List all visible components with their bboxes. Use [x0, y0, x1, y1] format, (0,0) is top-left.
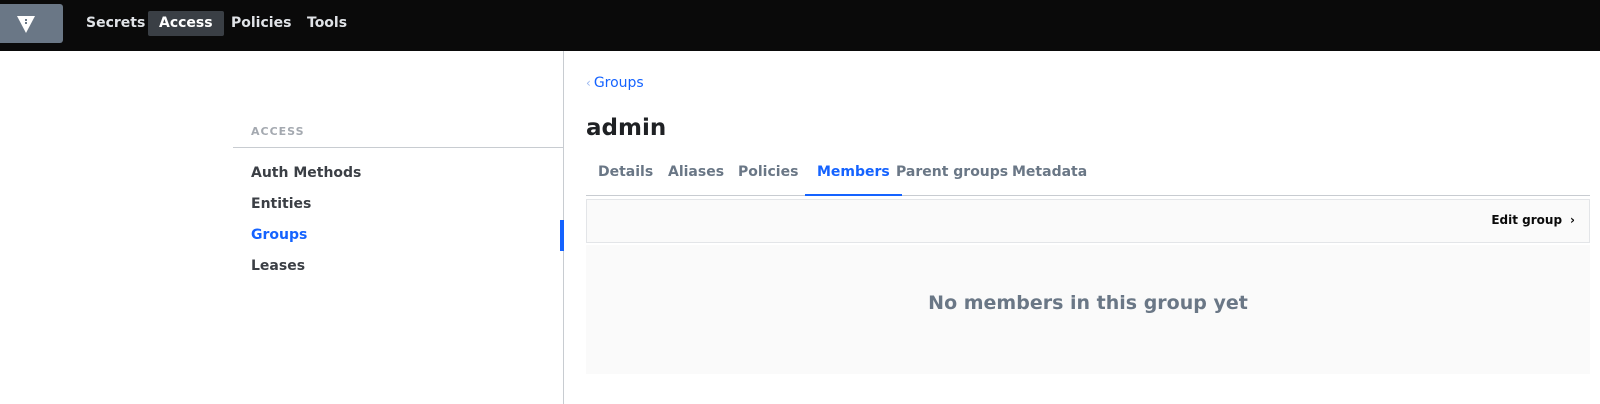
- edit-group-label: Edit group: [1491, 213, 1563, 227]
- chevron-right-icon: ›: [1570, 213, 1575, 227]
- main-content: ‹ Groups admin Details Aliases Policies M…: [586, 51, 1592, 404]
- tab-details[interactable]: Details: [586, 154, 665, 196]
- top-navigation: Secrets Access Policies Tools: [0, 0, 1600, 51]
- sidebar-item-entities[interactable]: Entities: [251, 196, 311, 212]
- group-tabs: Details Aliases Policies Members Parent …: [586, 154, 1590, 196]
- sidebar-heading: ACCESS: [251, 125, 305, 138]
- sidebar-item-leases[interactable]: Leases: [251, 258, 305, 274]
- breadcrumb-groups[interactable]: ‹ Groups: [586, 75, 644, 91]
- nav-secrets[interactable]: Secrets: [75, 11, 156, 36]
- sidebar-item-groups[interactable]: Groups: [251, 227, 307, 243]
- nav-policies[interactable]: Policies: [220, 11, 302, 36]
- sidebar-divider: [233, 147, 564, 148]
- tab-aliases[interactable]: Aliases: [656, 154, 736, 196]
- access-sidebar: ACCESS Auth Methods Entities Groups Leas…: [233, 51, 564, 404]
- edit-group-button[interactable]: Edit group ›: [1491, 213, 1575, 227]
- chevron-left-icon: ‹: [586, 76, 591, 90]
- sidebar-active-indicator: [560, 220, 564, 251]
- vault-logo-button[interactable]: [0, 4, 63, 43]
- page-title: admin: [586, 115, 667, 141]
- breadcrumb-label: Groups: [593, 75, 644, 91]
- nav-access[interactable]: Access: [148, 11, 224, 36]
- tab-metadata[interactable]: Metadata: [1000, 154, 1099, 196]
- sidebar-item-auth-methods[interactable]: Auth Methods: [251, 165, 361, 181]
- empty-state-message: No members in this group yet: [928, 292, 1248, 314]
- tab-policies[interactable]: Policies: [726, 154, 810, 196]
- nav-tools[interactable]: Tools: [296, 11, 358, 36]
- toolbar: Edit group ›: [586, 199, 1590, 243]
- vault-logo-icon: [17, 16, 35, 33]
- empty-state: No members in this group yet: [586, 245, 1590, 374]
